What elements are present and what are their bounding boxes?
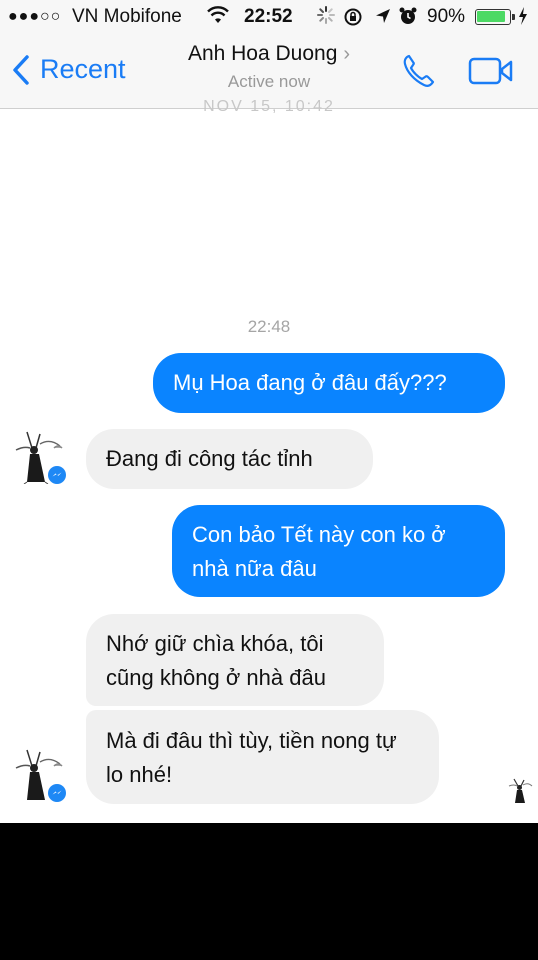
call-button[interactable]: [400, 52, 438, 95]
wifi-icon: [206, 5, 230, 31]
charging-bolt-icon: [518, 6, 528, 31]
status-bar: ●●●○○ VN Mobifone 22:52 90%: [0, 0, 538, 36]
video-call-button[interactable]: [468, 56, 514, 91]
phone-icon: [403, 54, 435, 87]
contact-name-button[interactable]: Anh Hoa Duong ›: [0, 42, 538, 66]
carrier-name: VN Mobifone: [72, 6, 182, 27]
location-arrow-icon: [374, 7, 392, 31]
messenger-badge-inner: [48, 466, 66, 484]
rotation-lock-icon: [343, 7, 363, 33]
messenger-badge-icon: [46, 782, 68, 804]
presence-status: Active now: [227, 72, 311, 91]
faded-date-header: NOV 15, 10:42: [203, 98, 335, 115]
battery-percent: 90%: [427, 6, 466, 27]
clock: 22:52: [244, 6, 293, 27]
message-timestamp: 22:48: [247, 317, 291, 336]
messenger-badge-inner: [48, 784, 66, 802]
avatar[interactable]: [10, 430, 68, 486]
alarm-clock-icon: [398, 6, 418, 32]
message-bubble-outgoing[interactable]: Mụ Hoa đang ở đâu đấy???: [153, 353, 505, 413]
chat-screen: ●●●○○ VN Mobifone 22:52 90% Recent Anh H…: [0, 0, 538, 823]
contact-name: Anh Hoa Duong: [187, 42, 338, 65]
activity-spinner-icon: [316, 5, 336, 31]
message-bubble-incoming[interactable]: Nhớ giữ chìa khóa, tôi cũng không ở nhà …: [86, 614, 384, 706]
signal-strength: ●●●○○: [8, 8, 62, 25]
battery-icon: [475, 9, 515, 25]
messenger-badge-icon: [46, 464, 68, 486]
message-bubble-incoming[interactable]: Đang đi công tác tỉnh: [86, 429, 373, 489]
seen-receipt-avatar: [506, 776, 534, 804]
chevron-right-icon: ›: [343, 43, 351, 65]
battery-fill: [477, 11, 505, 22]
avatar[interactable]: [10, 748, 68, 804]
message-bubble-incoming[interactable]: Mà đi đâu thì tùy, tiền nong tự lo nhé!: [86, 710, 439, 804]
battery-nub: [512, 14, 515, 20]
message-bubble-outgoing[interactable]: Con bảo Tết này con ko ở nhà nữa đâu: [172, 505, 505, 597]
video-camera-icon: [468, 57, 513, 85]
